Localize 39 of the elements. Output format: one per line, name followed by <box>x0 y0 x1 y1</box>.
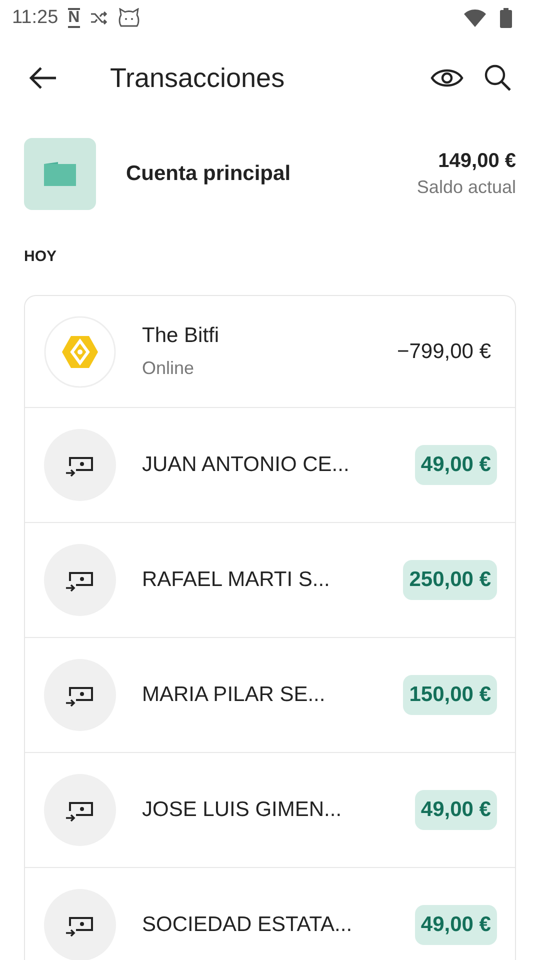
transfer-icon <box>44 774 116 846</box>
hexagon-logo-icon <box>44 316 116 388</box>
balance-label: Saldo actual <box>416 177 516 198</box>
transaction-row[interactable]: JUAN ANTONIO CE... 49,00 € <box>25 407 515 522</box>
transaction-row[interactable]: The Bitfi Online −799,00 € <box>25 296 515 407</box>
transfer-icon <box>44 659 116 731</box>
section-label: HOY <box>24 248 58 265</box>
account-name: Cuenta principal <box>126 162 291 186</box>
transaction-name: SOCIEDAD ESTATA... <box>142 913 354 937</box>
transaction-name: MARIA PILAR SE... <box>142 683 326 707</box>
transaction-channel: Online <box>142 358 196 379</box>
transfer-icon <box>44 889 116 960</box>
transaction-row[interactable]: RAFAEL MARTI S... 250,00 € <box>25 522 515 637</box>
transfer-icon <box>44 429 116 501</box>
transfer-icon <box>44 544 116 616</box>
income-amount-badge: 49,00 € <box>414 445 497 485</box>
income-amount-badge: 49,00 € <box>414 905 497 945</box>
transaction-amount: −799,00 € <box>396 338 492 364</box>
status-time: 11:25 <box>12 7 58 29</box>
transaction-name: JOSE LUIS GIMEN... <box>142 798 343 822</box>
battery-icon <box>500 8 512 28</box>
transaction-row[interactable]: JOSE LUIS GIMEN... 49,00 € <box>25 752 515 867</box>
page-title: Transacciones <box>110 62 285 94</box>
transaction-row[interactable]: SOCIEDAD ESTATA... 49,00 € <box>25 867 515 960</box>
income-amount-badge: 250,00 € <box>403 560 497 600</box>
cat-icon <box>118 8 140 28</box>
eye-icon[interactable] <box>430 67 464 89</box>
shuffle-icon <box>90 11 108 25</box>
wifi-icon <box>464 9 486 27</box>
back-arrow-icon[interactable] <box>28 66 58 90</box>
income-amount-badge: 49,00 € <box>414 790 497 830</box>
transaction-name: The Bitfi <box>142 324 220 348</box>
search-icon[interactable] <box>484 64 512 92</box>
account-balance: 149,00 € <box>438 150 516 173</box>
transaction-name: RAFAEL MARTI S... <box>142 568 331 592</box>
income-amount-badge: 150,00 € <box>403 675 497 715</box>
notification-letter: N <box>68 8 80 28</box>
transaction-name: JUAN ANTONIO CE... <box>142 453 350 477</box>
transaction-row[interactable]: MARIA PILAR SE... 150,00 € <box>25 637 515 752</box>
